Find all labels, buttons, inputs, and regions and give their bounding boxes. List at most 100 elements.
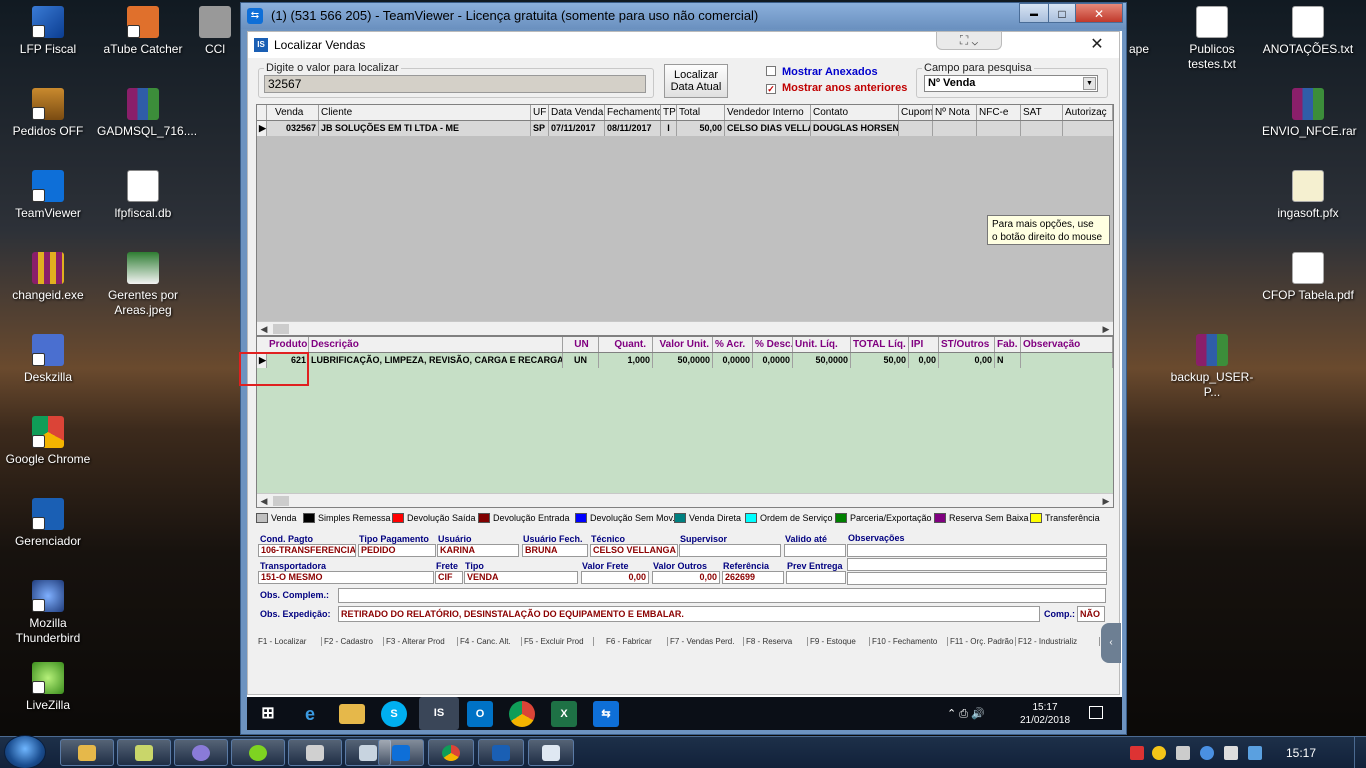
taskbar-gerenciador[interactable] xyxy=(478,739,524,766)
desktop-icon-changeid[interactable]: changeid.exe xyxy=(2,252,94,303)
col-header[interactable]: Fechamento xyxy=(605,105,661,120)
table-row[interactable]: ▶ 621 LUBRIFICAÇÃO, LIMPEZA, REVISÃO, CA… xyxy=(257,353,1113,368)
sales-grid[interactable]: Venda Cliente UF Data Venda Fechamento T… xyxy=(256,104,1114,336)
skype-icon[interactable]: S xyxy=(381,701,407,727)
desktop-icon-ccl[interactable]: CCl xyxy=(190,6,240,57)
col-header[interactable]: Nº Nota xyxy=(933,105,977,120)
taskbar-chrome[interactable] xyxy=(378,739,424,766)
desktop-icon-google-chrome[interactable]: Google Chrome xyxy=(2,416,94,467)
desktop-icon-backup-user[interactable]: backup_USER-P... xyxy=(1166,334,1258,400)
scroll-right-icon[interactable]: ▶ xyxy=(1099,322,1113,336)
fkey-f7[interactable]: F7 - Vendas Perd. xyxy=(668,637,744,646)
fkey-f11[interactable]: F11 - Orç. Padrão xyxy=(948,637,1016,646)
transportadora-field[interactable]: 151-O MESMO xyxy=(258,571,434,584)
remote-tray-icons[interactable]: ⌃ ⎙ 🔊 xyxy=(947,707,985,721)
fkey-f8[interactable]: F8 - Reserva xyxy=(744,637,808,646)
teamviewer-panel-handle[interactable]: ⛶ ⌄ xyxy=(936,32,1002,50)
is-logo-icon[interactable]: IS xyxy=(419,697,459,730)
desktop-icon-envio-nfce[interactable]: ENVIO_NFCE.rar xyxy=(1262,88,1357,139)
desktop-icon-gerentes-jpeg[interactable]: Gerentes por Areas.jpeg xyxy=(97,252,189,318)
obs-expedicao-field[interactable]: RETIRADO DO RELATÓRIO, DESINSTALAÇÃO DO … xyxy=(338,606,1040,622)
col-header[interactable]: NFC-e xyxy=(977,105,1021,120)
col-header[interactable]: Total xyxy=(677,105,725,120)
chrome-icon[interactable] xyxy=(509,701,535,727)
taskbar-app[interactable] xyxy=(174,739,228,766)
taskbar-paint[interactable] xyxy=(288,739,342,766)
remote-screen[interactable]: IS Localizar Vendas ⛶ ⌄ ✕ Digite o valor… xyxy=(239,31,1122,730)
usuario-field[interactable]: KARINA xyxy=(437,544,519,557)
usuario-fech-field[interactable]: BRUNA xyxy=(522,544,588,557)
clock[interactable]: 15:17 xyxy=(1286,746,1316,760)
tray-chat-icon[interactable] xyxy=(1152,746,1166,760)
teamviewer-side-tab[interactable]: ‹ xyxy=(1101,623,1121,663)
fkey-f1[interactable]: F1 - Localizar xyxy=(256,637,322,646)
explorer-icon[interactable] xyxy=(339,704,365,724)
referencia-field[interactable]: 262699 xyxy=(722,571,784,584)
taskbar-network[interactable] xyxy=(117,739,171,766)
valor-frete-field[interactable]: 0,00 xyxy=(581,571,649,584)
col-header[interactable]: Vendedor Interno xyxy=(725,105,811,120)
frete-field[interactable]: CIF xyxy=(435,571,463,584)
tray-display-icon[interactable] xyxy=(1248,746,1262,760)
col-header[interactable]: TP xyxy=(661,105,677,120)
comp-field[interactable]: NÃO xyxy=(1077,606,1105,622)
sales-grid-scrollbar[interactable]: ◀ ▶ xyxy=(257,321,1113,335)
tray-volume-icon[interactable] xyxy=(1224,746,1238,760)
fkey-f6[interactable]: F6 - Fabricar xyxy=(594,637,668,646)
col-header[interactable]: UF xyxy=(531,105,549,120)
col-header[interactable]: Quant. xyxy=(599,337,653,352)
col-header[interactable]: Observação xyxy=(1021,337,1113,352)
tray-sync-icon[interactable] xyxy=(1200,746,1214,760)
desktop-icon-atube-catcher[interactable]: aTube Catcher xyxy=(97,6,189,57)
maximize-button[interactable]: □ xyxy=(1048,3,1076,23)
scroll-right-icon[interactable]: ▶ xyxy=(1099,494,1113,508)
taskbar-chrome[interactable] xyxy=(428,739,474,766)
desktop-icon-ingasoft-pfx[interactable]: ingasoft.pfx xyxy=(1262,170,1354,221)
valido-ate-field[interactable] xyxy=(784,544,846,557)
desktop-icon-lfp-fiscal[interactable]: LFP Fiscal xyxy=(2,6,94,57)
col-header[interactable]: Valor Unit. xyxy=(653,337,713,352)
col-header[interactable]: SAT xyxy=(1021,105,1063,120)
desktop-icon-livezilla[interactable]: LiveZilla xyxy=(2,662,94,713)
scroll-thumb[interactable] xyxy=(273,324,289,334)
mostrar-anos-anteriores-checkbox[interactable]: ✓ Mostrar anos anteriores xyxy=(766,82,907,95)
tipo-pagamento-field[interactable]: PEDIDO xyxy=(358,544,436,557)
table-row[interactable]: ▶ 032567 JB SOLUÇÕES EM TI LTDA - ME SP … xyxy=(257,121,1113,136)
localizar-data-atual-button[interactable]: Localizar Data Atual xyxy=(664,64,728,98)
col-header[interactable]: IPI xyxy=(909,337,939,352)
desktop-icon-publicos-testes[interactable]: Publicos testes.txt xyxy=(1166,6,1258,72)
notification-icon[interactable] xyxy=(1089,706,1103,719)
tecnico-field[interactable]: CELSO VELLANGA xyxy=(590,544,678,557)
desktop-icon-lfpfiscal-db[interactable]: lfpfiscal.db xyxy=(97,170,189,221)
show-desktop-button[interactable] xyxy=(1354,737,1366,768)
col-header[interactable]: UN xyxy=(563,337,599,352)
desktop-icon-gerenciador[interactable]: Gerenciador xyxy=(2,498,94,549)
fkey-f2[interactable]: F2 - Cadastro xyxy=(322,637,384,646)
supervisor-field[interactable] xyxy=(679,544,781,557)
fkey-f3[interactable]: F3 - Alterar Prod xyxy=(384,637,458,646)
col-header[interactable]: ST/Outros xyxy=(939,337,995,352)
outlook-icon[interactable]: O xyxy=(467,701,493,727)
app-close-button[interactable]: ✕ xyxy=(1088,36,1106,54)
taskbar-explorer[interactable] xyxy=(60,739,114,766)
desktop-icon-gadmsql[interactable]: GADMSQL_716.... xyxy=(97,88,197,139)
fkey-f10[interactable]: F10 - Fechamento xyxy=(870,637,948,646)
col-header[interactable]: Cupom xyxy=(899,105,933,120)
tipo-field[interactable]: VENDA xyxy=(464,571,578,584)
items-grid-scrollbar[interactable]: ◀ ▶ xyxy=(257,493,1113,507)
fkey-f4[interactable]: F4 - Canc. Alt. xyxy=(458,637,522,646)
desktop-icon-ape[interactable]: ape xyxy=(1124,42,1154,57)
search-input[interactable]: 32567 xyxy=(264,75,646,93)
col-header[interactable]: % Acr. xyxy=(713,337,753,352)
obs-complem-field[interactable] xyxy=(338,588,1106,603)
scroll-left-icon[interactable]: ◀ xyxy=(257,322,271,336)
desktop-icon-deskzilla[interactable]: Deskzilla xyxy=(2,334,94,385)
col-header[interactable]: % Desc. xyxy=(753,337,793,352)
col-header[interactable]: Data Venda xyxy=(549,105,605,120)
scroll-thumb[interactable] xyxy=(273,496,289,506)
chevron-down-icon[interactable]: ▼ xyxy=(1083,77,1096,90)
edge-icon[interactable]: e xyxy=(297,701,323,727)
desktop-icon-anotacoes[interactable]: ANOTAÇÕES.txt xyxy=(1262,6,1354,57)
fkey-f5[interactable]: F5 - Excluir Prod xyxy=(522,637,594,646)
tray-network-icon[interactable] xyxy=(1176,746,1190,760)
